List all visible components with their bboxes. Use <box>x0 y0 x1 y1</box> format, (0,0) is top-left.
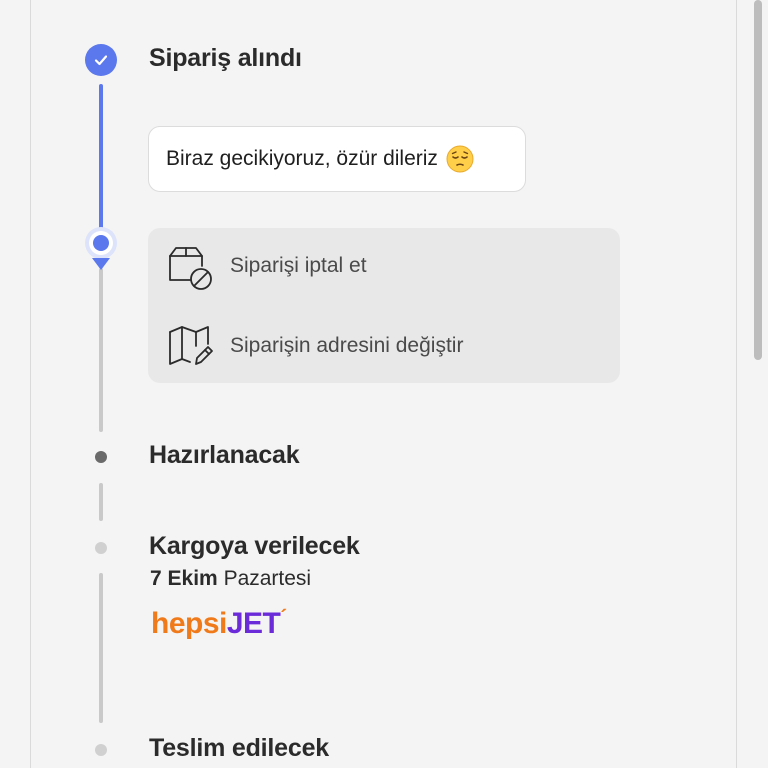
step-dot-shipping <box>95 542 107 554</box>
timeline-line-pending <box>99 268 103 432</box>
map-edit-icon <box>166 322 214 370</box>
frame-left-border <box>30 0 31 768</box>
change-address-button[interactable]: Siparişin adresini değiştir <box>166 322 463 370</box>
shipping-date-weekday: Pazartesi <box>223 567 312 590</box>
cancel-order-label: Siparişi iptal et <box>230 254 367 277</box>
current-step-pointer <box>92 258 110 270</box>
step-title-delivery: Teslim edilecek <box>149 734 329 762</box>
step-title-preparing: Hazırlanacak <box>149 441 300 469</box>
delay-message-text: Biraz gecikiyoruz, özür dileriz <box>166 147 438 170</box>
timeline-line-pending <box>99 573 103 723</box>
frame-right-border <box>736 0 737 768</box>
pensive-face-icon <box>446 145 474 173</box>
check-icon <box>85 44 117 76</box>
step-dot-preparing <box>95 451 107 463</box>
change-address-label: Siparişin adresini değiştir <box>230 334 464 357</box>
carrier-logo: hepsiJET´ <box>151 607 287 640</box>
shipping-date-day: 7 Ekim <box>150 567 218 590</box>
step-title-shipping: Kargoya verilecek <box>149 532 360 560</box>
shipping-date: 7 Ekim Pazartesi <box>150 567 311 591</box>
current-step-marker <box>85 227 117 259</box>
step-title-order-received: Sipariş alındı <box>149 44 302 72</box>
timeline-line-pending <box>99 483 103 521</box>
order-actions-panel: Siparişi iptal et Siparişin adresini değ… <box>148 228 620 383</box>
cancel-order-button[interactable]: Siparişi iptal et <box>166 242 367 290</box>
box-cancel-icon <box>166 242 214 290</box>
delay-message-bubble: Biraz gecikiyoruz, özür dileriz <box>148 126 526 192</box>
step-dot-delivery <box>95 744 107 756</box>
scrollbar[interactable] <box>754 0 762 360</box>
timeline-line-completed <box>99 84 103 234</box>
